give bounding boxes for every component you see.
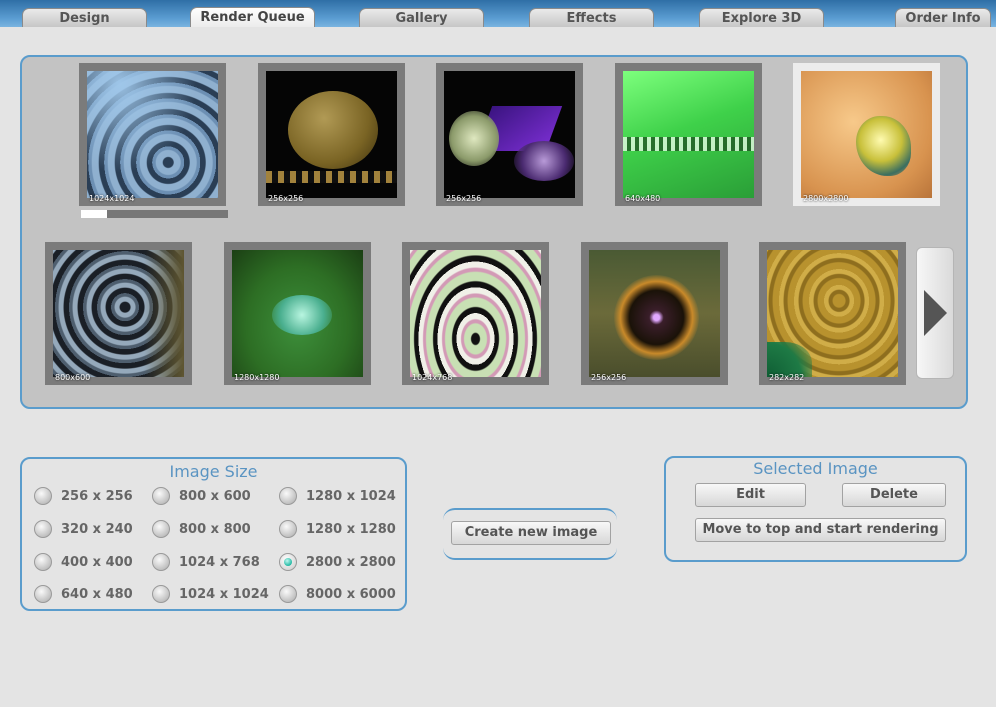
radio-button[interactable] xyxy=(34,520,52,538)
radio-button[interactable] xyxy=(152,585,170,603)
tab-effects[interactable]: Effects xyxy=(529,8,654,27)
thumbnail-size-label: 256x256 xyxy=(446,194,482,203)
radio-8000x6000[interactable]: 8000 x 6000 xyxy=(279,585,396,603)
fractal-image xyxy=(410,250,541,377)
tab-order-info[interactable]: Order Info xyxy=(895,8,991,27)
image-size-group: Image Size 256 x 256 320 x 240 400 x 400… xyxy=(20,457,407,611)
fractal-image xyxy=(53,250,184,377)
queue-thumbnail[interactable]: 256x256 xyxy=(436,63,583,206)
radio-button[interactable] xyxy=(152,487,170,505)
thumbnail-size-label: 1280x1280 xyxy=(234,373,280,382)
render-progress-fill xyxy=(81,210,108,218)
radio-button-checked[interactable] xyxy=(279,553,297,571)
fractal-image xyxy=(767,250,898,377)
radio-label: 640 x 480 xyxy=(61,586,133,602)
radio-label: 400 x 400 xyxy=(61,554,133,570)
queue-thumbnail[interactable]: 282x282 xyxy=(759,242,906,385)
queue-thumbnail[interactable]: 256x256 xyxy=(581,242,728,385)
fractal-image xyxy=(266,71,397,198)
radio-1024x1024[interactable]: 1024 x 1024 xyxy=(152,585,269,603)
radio-800x800[interactable]: 800 x 800 xyxy=(152,520,251,538)
radio-button[interactable] xyxy=(34,487,52,505)
tab-render-queue[interactable]: Render Queue xyxy=(190,7,315,27)
radio-256x256[interactable]: 256 x 256 xyxy=(34,487,133,505)
fractal-image xyxy=(801,71,932,198)
triangle-right-icon xyxy=(924,290,947,336)
thumbnail-size-label: 256x256 xyxy=(591,373,627,382)
radio-label: 256 x 256 xyxy=(61,488,133,504)
next-page-button[interactable] xyxy=(916,247,954,379)
tab-gallery[interactable]: Gallery xyxy=(359,8,484,27)
radio-button[interactable] xyxy=(34,553,52,571)
radio-label: 1024 x 1024 xyxy=(179,586,269,602)
radio-button[interactable] xyxy=(279,520,297,538)
thumbnail-size-label: 256x256 xyxy=(268,194,304,203)
thumbnail-size-label: 2800x2800 xyxy=(803,194,849,203)
tab-bar: Design Render Queue Gallery Effects Expl… xyxy=(0,0,996,27)
tab-design[interactable]: Design xyxy=(22,8,147,27)
radio-label: 1024 x 768 xyxy=(179,554,260,570)
thumbnail-size-label: 282x282 xyxy=(769,373,805,382)
selected-image-group: Selected Image Edit Delete Move to top a… xyxy=(664,456,967,562)
radio-button[interactable] xyxy=(34,585,52,603)
radio-1280x1024[interactable]: 1280 x 1024 xyxy=(279,487,396,505)
fractal-image xyxy=(589,250,720,377)
queue-thumbnail[interactable]: 800x600 xyxy=(45,242,192,385)
thumbnail-size-label: 800x600 xyxy=(55,373,91,382)
radio-640x480[interactable]: 640 x 480 xyxy=(34,585,133,603)
radio-button[interactable] xyxy=(152,520,170,538)
fractal-image xyxy=(87,71,218,198)
radio-2800x2800[interactable]: 2800 x 2800 xyxy=(279,553,396,571)
image-size-title: Image Size xyxy=(169,462,258,481)
tab-explore-3d[interactable]: Explore 3D xyxy=(699,8,824,27)
radio-button[interactable] xyxy=(152,553,170,571)
queue-thumbnail[interactable]: 256x256 xyxy=(258,63,405,206)
thumbnail-size-label: 1024x1024 xyxy=(89,194,135,203)
selected-image-title: Selected Image xyxy=(753,459,878,478)
radio-label: 1280 x 1280 xyxy=(306,521,396,537)
thumbnail-size-label: 640x480 xyxy=(625,194,661,203)
queue-thumbnail[interactable]: 1024x768 xyxy=(402,242,549,385)
move-to-top-button[interactable]: Move to top and start rendering xyxy=(695,518,946,542)
fractal-image xyxy=(232,250,363,377)
radio-label: 800 x 600 xyxy=(179,488,251,504)
queue-thumbnail[interactable]: 1024x1024 xyxy=(79,63,226,206)
render-progress-bar xyxy=(81,210,228,218)
queue-thumbnail-selected[interactable]: 2800x2800 xyxy=(793,63,940,206)
radio-1280x1280[interactable]: 1280 x 1280 xyxy=(279,520,396,538)
create-new-image-button[interactable]: Create new image xyxy=(451,521,611,545)
radio-label: 320 x 240 xyxy=(61,521,133,537)
radio-label: 800 x 800 xyxy=(179,521,251,537)
radio-label: 8000 x 6000 xyxy=(306,586,396,602)
render-queue-panel: 1024x1024 256x256 256x256 640x480 2800x2… xyxy=(20,55,968,409)
radio-label: 2800 x 2800 xyxy=(306,554,396,570)
radio-800x600[interactable]: 800 x 600 xyxy=(152,487,251,505)
radio-label: 1280 x 1024 xyxy=(306,488,396,504)
queue-thumbnail[interactable]: 1280x1280 xyxy=(224,242,371,385)
radio-1024x768[interactable]: 1024 x 768 xyxy=(152,553,260,571)
radio-button[interactable] xyxy=(279,585,297,603)
thumbnail-size-label: 1024x768 xyxy=(412,373,453,382)
delete-button[interactable]: Delete xyxy=(842,483,946,507)
queue-thumbnail[interactable]: 640x480 xyxy=(615,63,762,206)
edit-button[interactable]: Edit xyxy=(695,483,806,507)
radio-400x400[interactable]: 400 x 400 xyxy=(34,553,133,571)
fractal-image xyxy=(444,71,575,198)
radio-320x240[interactable]: 320 x 240 xyxy=(34,520,133,538)
radio-button[interactable] xyxy=(279,487,297,505)
fractal-image xyxy=(623,71,754,198)
